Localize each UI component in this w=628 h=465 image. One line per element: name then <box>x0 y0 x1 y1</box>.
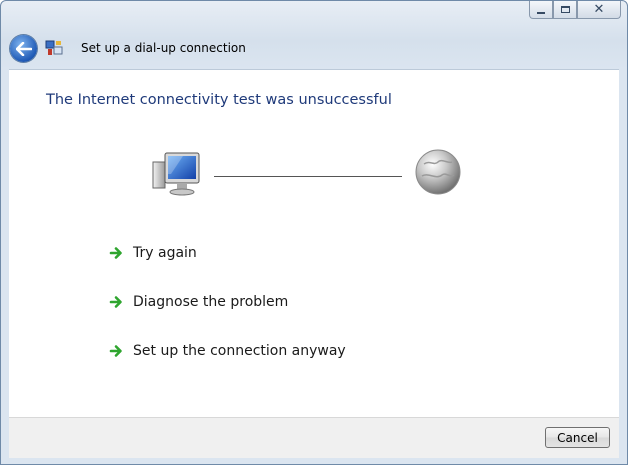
content-area: The Internet connectivity test was unsuc… <box>9 69 619 417</box>
option-setup-anyway[interactable]: Set up the connection anyway <box>109 343 346 359</box>
internet-globe-icon <box>415 149 461 195</box>
connection-line <box>214 176 402 177</box>
back-arrow-icon <box>15 41 32 56</box>
network-wizard-icon <box>45 40 63 55</box>
dialog-window: ✕ Set up a dial-up connection The Intern… <box>0 0 628 465</box>
option-try-again[interactable]: Try again <box>109 245 197 261</box>
cancel-button[interactable]: Cancel <box>545 427 610 448</box>
option-label: Try again <box>133 245 197 261</box>
option-label: Diagnose the problem <box>133 294 289 310</box>
minimize-icon <box>537 11 545 14</box>
footer-bar: Cancel <box>9 417 619 458</box>
close-icon: ✕ <box>593 2 605 17</box>
computer-icon <box>152 152 200 196</box>
option-label: Set up the connection anyway <box>133 343 346 359</box>
caption-buttons: ✕ <box>529 1 621 19</box>
green-arrow-icon <box>109 247 122 259</box>
maximize-button[interactable] <box>553 1 577 19</box>
maximize-icon <box>560 6 570 13</box>
option-diagnose[interactable]: Diagnose the problem <box>109 294 288 310</box>
window-title: Set up a dial-up connection <box>81 41 246 55</box>
page-heading: The Internet connectivity test was unsuc… <box>46 92 392 108</box>
back-button[interactable] <box>10 35 37 62</box>
minimize-button[interactable] <box>529 1 553 19</box>
green-arrow-icon <box>109 345 122 357</box>
green-arrow-icon <box>109 296 122 308</box>
close-button[interactable]: ✕ <box>577 1 621 19</box>
